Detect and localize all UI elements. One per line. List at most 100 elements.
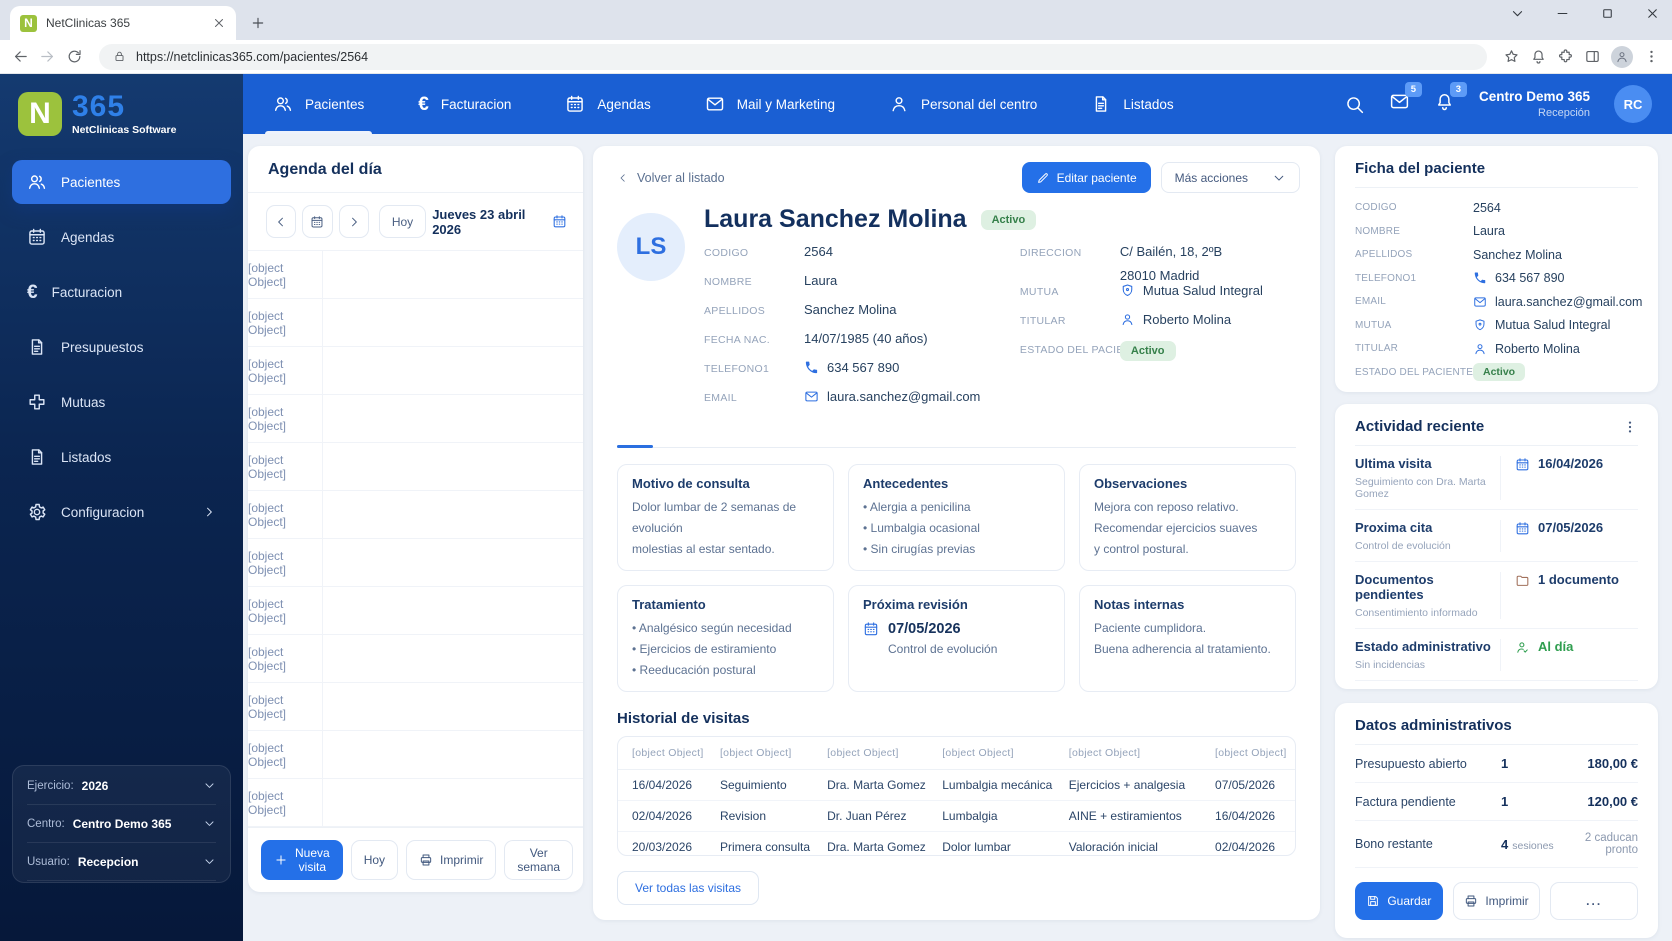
time-slot[interactable]: [object Object] <box>248 347 583 395</box>
admin-amount: 120,00 € <box>1587 794 1638 809</box>
card-title: Antecedentes <box>863 476 949 491</box>
context-select[interactable]: Centro: Centro Demo 365 <box>27 805 216 843</box>
url-text: https://netclinicas365.com/pacientes/256… <box>136 49 369 64</box>
agenda-date[interactable]: Jueves 23 abril 2026 <box>432 207 567 237</box>
file-value: 634 567 890 <box>1495 271 1565 286</box>
chevron-right-icon[interactable] <box>338 205 369 238</box>
activity-row[interactable]: Documentos pendientes Consentimiento inf… <box>1355 562 1638 629</box>
see-all-visits-button[interactable]: Ver todas las visitas <box>617 871 760 905</box>
kebab-icon[interactable] <box>1622 419 1638 435</box>
chevron-down-icon[interactable] <box>1510 6 1525 21</box>
panels-icon[interactable] <box>1584 48 1601 65</box>
star-icon[interactable] <box>1503 48 1520 65</box>
patient-tab[interactable] <box>945 434 953 447</box>
close-icon[interactable] <box>1645 6 1660 21</box>
admin-row: Factura pendiente 1 120,00 € <box>1355 783 1638 821</box>
more-options-button[interactable]: ... <box>1550 882 1639 920</box>
favicon: N <box>20 14 37 32</box>
time-slot[interactable]: [object Object] <box>248 683 583 731</box>
logo-number: 365 <box>72 90 126 123</box>
topbar-item[interactable]: Agendas <box>565 74 651 134</box>
patient-tab[interactable] <box>1101 434 1109 447</box>
time-slot[interactable]: [object Object] <box>248 443 583 491</box>
time-slot[interactable]: [object Object] <box>248 779 583 827</box>
patient-tab[interactable] <box>617 434 653 448</box>
week-view-button[interactable]: Ver semana <box>504 840 574 880</box>
sidebar-item[interactable]: Presupuestos <box>12 325 231 369</box>
address-bar[interactable]: https://netclinicas365.com/pacientes/256… <box>99 43 1487 70</box>
sidebar-item[interactable]: Mutuas <box>12 380 231 424</box>
plus-icon[interactable] <box>250 15 266 31</box>
table-row[interactable]: 20/03/2026 Primera consulta Dra. Marta G… <box>618 831 1295 855</box>
calendar-icon[interactable] <box>302 205 333 238</box>
recent-activity-panel: Actividad reciente Ultima visita Seguimi… <box>1335 404 1658 689</box>
browser-tab[interactable]: N NetClinicas 365 <box>10 6 236 40</box>
pencil-icon <box>1036 171 1050 185</box>
time-slot[interactable]: [object Object] <box>248 251 583 299</box>
time-slot[interactable]: [object Object] <box>248 539 583 587</box>
today-button[interactable]: Hoy <box>350 840 399 880</box>
visit-next-review: 16/04/2026 <box>1207 800 1295 832</box>
back-to-list-link[interactable]: Volver al listado <box>617 171 725 185</box>
time-label: [object Object] <box>248 299 323 346</box>
context-select[interactable]: Usuario: Recepcion <box>27 843 216 881</box>
bell-icon[interactable] <box>1530 48 1547 65</box>
new-visit-button[interactable]: Nueva visita <box>261 840 343 880</box>
arrow-left-icon[interactable] <box>12 48 29 65</box>
activity-value: 07/05/2026 <box>1538 520 1604 535</box>
activity-subtext: Seguimiento con Dra. Marta Gomez <box>1355 476 1486 500</box>
patient-tab[interactable] <box>788 434 796 447</box>
print-button[interactable]: Imprimir <box>406 840 497 880</box>
topbar-item[interactable]: € Facturacion <box>418 74 511 134</box>
topbar-item[interactable]: Mail y Marketing <box>705 74 835 134</box>
minus-icon[interactable] <box>1555 6 1570 21</box>
time-slot[interactable]: [object Object] <box>248 395 583 443</box>
topbar-item[interactable]: Listados <box>1091 74 1174 134</box>
messages-button[interactable]: 5 <box>1389 82 1422 117</box>
activity-row[interactable]: Proxima cita Control de evolución 07/05/… <box>1355 510 1638 562</box>
sidebar-item[interactable]: Agendas <box>12 215 231 259</box>
print-button[interactable]: Imprimir <box>1452 882 1541 920</box>
square-icon[interactable] <box>1600 6 1615 21</box>
user-avatar[interactable]: RC <box>1614 85 1652 123</box>
patient-file-title: Ficha del paciente <box>1355 160 1638 188</box>
card-body: • Analgésico según necesidad • Ejercicio… <box>632 621 792 677</box>
reload-icon[interactable] <box>66 48 83 65</box>
center-name: Centro Demo 365 <box>1478 89 1590 105</box>
topbar-item[interactable]: Pacientes <box>264 74 373 134</box>
time-slot[interactable]: [object Object] <box>248 731 583 779</box>
sidebar-item[interactable]: Configuracion <box>12 490 231 534</box>
time-slot[interactable]: [object Object] <box>248 635 583 683</box>
arrow-right-icon[interactable] <box>39 48 56 65</box>
activity-row[interactable]: Estado administrativo Sin incidencias Al… <box>1355 629 1638 681</box>
search-icon[interactable] <box>1344 94 1365 115</box>
patient-tab[interactable] <box>1258 434 1266 447</box>
sidebar-item[interactable]: € Facturacion <box>12 270 231 314</box>
agenda-today-button[interactable]: Hoy <box>378 205 427 238</box>
context-select[interactable]: Ejercicio: 2026 <box>27 767 216 805</box>
close-icon[interactable] <box>212 16 226 30</box>
time-slot[interactable]: [object Object] <box>248 299 583 347</box>
envelope-icon <box>705 94 725 114</box>
chevron-left-icon[interactable] <box>266 205 297 238</box>
edit-patient-button[interactable]: Editar paciente <box>1021 162 1151 193</box>
activity-row[interactable]: Ultima visita Seguimiento con Dra. Marta… <box>1355 446 1638 510</box>
topbar-item[interactable]: Personal del centro <box>889 74 1037 134</box>
table-row[interactable]: 02/04/2026 Revision Dr. Juan Pérez Lumba… <box>618 800 1295 832</box>
more-actions-dropdown[interactable]: Más acciones <box>1160 162 1300 193</box>
detail-value: Activo <box>1119 341 1176 361</box>
time-slot[interactable]: [object Object] <box>248 491 583 539</box>
alerts-button[interactable]: 3 <box>1434 82 1467 117</box>
time-slot[interactable]: [object Object] <box>248 587 583 635</box>
kebab-icon[interactable] <box>1643 48 1660 65</box>
table-row[interactable]: 16/04/2026 Seguimiento Dra. Marta Gomez … <box>618 769 1295 801</box>
visit-type: Seguimiento <box>711 769 820 801</box>
person-icon[interactable] <box>1611 45 1633 68</box>
save-button[interactable]: Guardar <box>1355 882 1443 920</box>
context-value: Recepcion <box>77 854 139 869</box>
sidebar-item[interactable]: Pacientes <box>12 160 231 204</box>
activity-value: 1 documento <box>1538 572 1619 587</box>
visit-date: 16/04/2026 <box>618 769 712 801</box>
sidebar-item[interactable]: Listados <box>12 435 231 479</box>
puzzle-icon[interactable] <box>1557 48 1574 65</box>
